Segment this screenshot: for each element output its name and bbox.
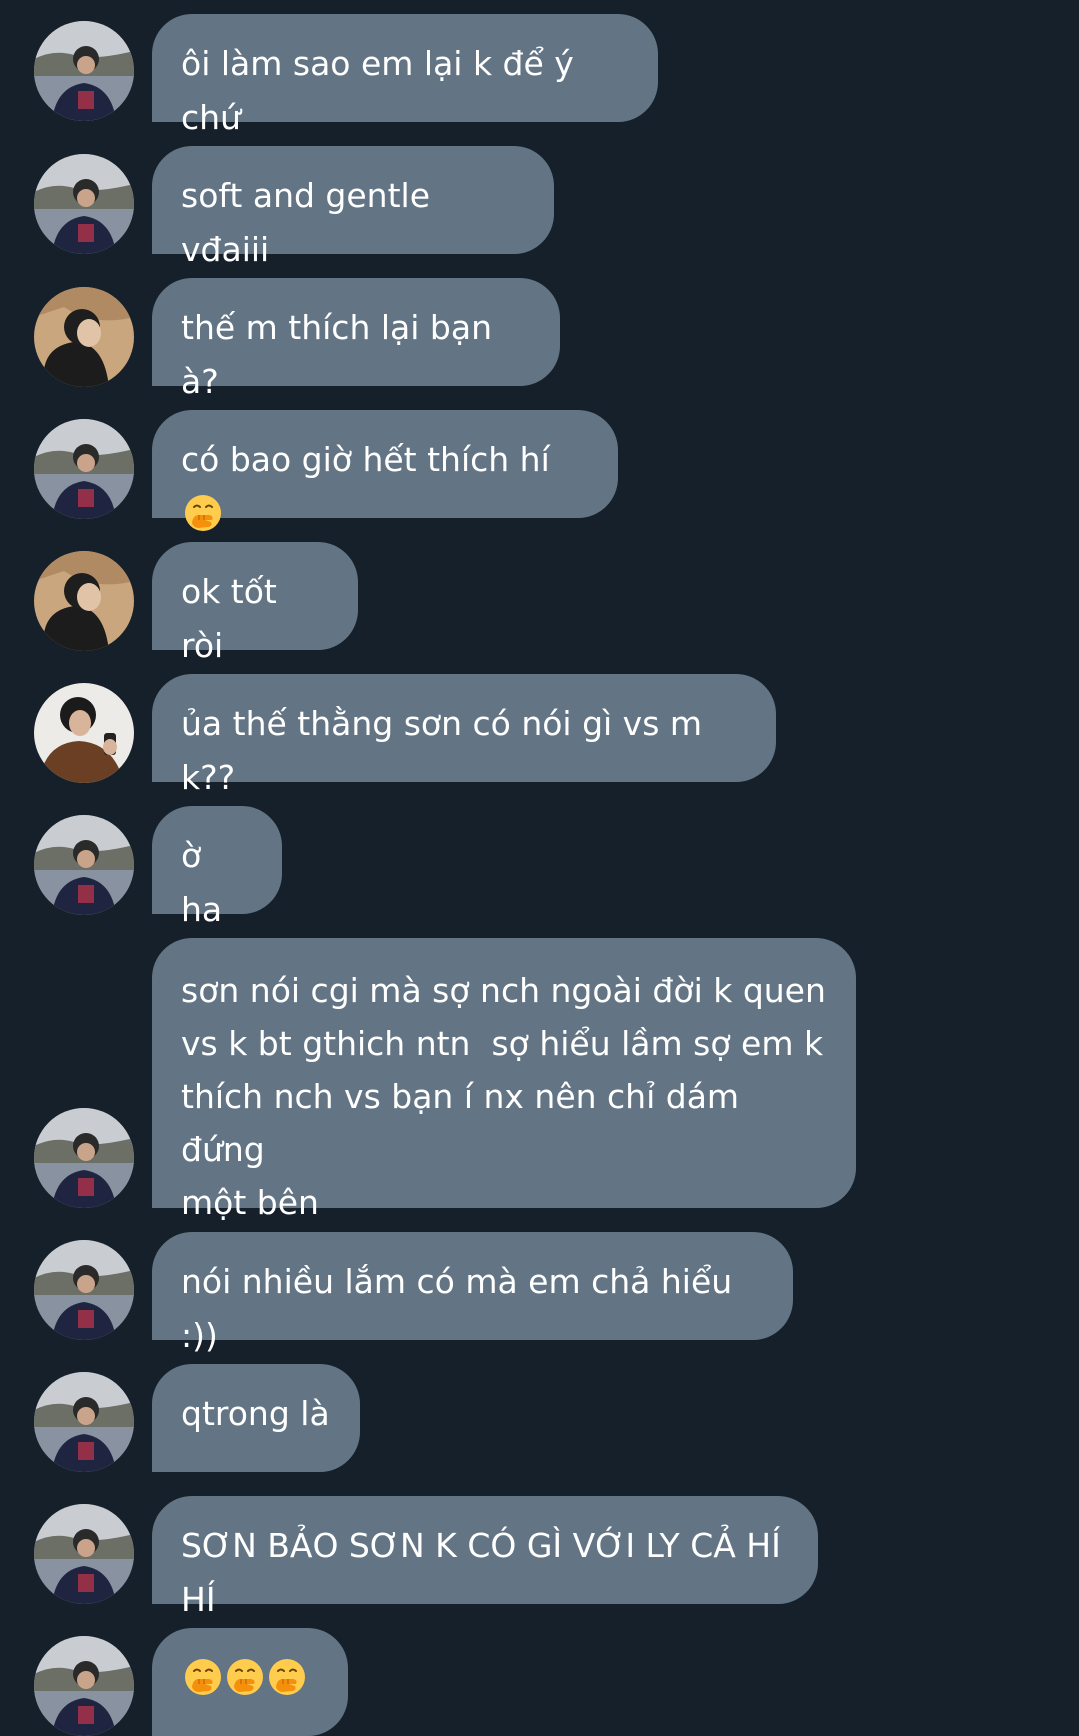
message-bubble[interactable]: ủa thế thằng sơn có nói gì vs m k?? — [152, 674, 776, 797]
message-text: thế m thích lại bạn à? — [181, 308, 503, 401]
message-bubble[interactable]: ok tốt ròi — [152, 542, 358, 665]
message-bubble[interactable]: SƠN BẢO SƠN K CÓ GÌ VỚI LY CẢ HÍ HÍ — [152, 1496, 818, 1619]
message-bubble[interactable]: nói nhiều lắm có mà em chả hiểu :)) — [152, 1232, 793, 1355]
message-text: ờ ha — [181, 836, 223, 929]
avatar[interactable] — [34, 1636, 134, 1736]
message-bubble[interactable]: ờ ha — [152, 806, 282, 929]
avatar[interactable] — [34, 551, 134, 651]
message-text: qtrong là — [181, 1394, 330, 1433]
avatar[interactable] — [34, 419, 134, 519]
message-bubble[interactable]: ôi làm sao em lại k để ý chứ — [152, 14, 658, 137]
message-text: ủa thế thằng sơn có nói gì vs m k?? — [181, 704, 713, 797]
face-with-hand-over-mouth-icon — [183, 493, 223, 533]
avatar[interactable] — [34, 1108, 134, 1208]
message-bubble[interactable]: thế m thích lại bạn à? — [152, 278, 560, 401]
avatar[interactable] — [34, 21, 134, 121]
message-bubble[interactable] — [152, 1628, 348, 1736]
message-text: sơn nói cgi mà sợ nch ngoài đời k quen v… — [181, 971, 826, 1222]
avatar[interactable] — [34, 1504, 134, 1604]
message-text: nói nhiều lắm có mà em chả hiểu :)) — [181, 1262, 743, 1355]
message-bubble[interactable]: soft and gentle vđaiii — [152, 146, 554, 269]
avatar[interactable] — [34, 683, 134, 783]
message-text: ok tốt ròi — [181, 572, 288, 665]
avatar[interactable] — [34, 154, 134, 254]
avatar[interactable] — [34, 815, 134, 915]
message-text: SƠN BẢO SƠN K CÓ GÌ VỚI LY CẢ HÍ HÍ — [181, 1526, 792, 1619]
face-with-hand-over-mouth-icon — [225, 1657, 265, 1697]
message-bubble[interactable]: sơn nói cgi mà sợ nch ngoài đời k quen v… — [152, 938, 856, 1222]
avatar[interactable] — [34, 1240, 134, 1340]
face-with-hand-over-mouth-icon — [267, 1657, 307, 1697]
message-bubble[interactable]: qtrong là — [152, 1364, 360, 1472]
message-text: ôi làm sao em lại k để ý chứ — [181, 44, 585, 137]
message-text: có bao giờ hết thích hí — [181, 440, 550, 479]
face-with-hand-over-mouth-icon — [183, 1657, 223, 1697]
message-bubble[interactable]: có bao giờ hết thích hí — [152, 410, 618, 518]
avatar[interactable] — [34, 287, 134, 387]
avatar[interactable] — [34, 1372, 134, 1472]
message-text: soft and gentle vđaiii — [181, 176, 441, 269]
